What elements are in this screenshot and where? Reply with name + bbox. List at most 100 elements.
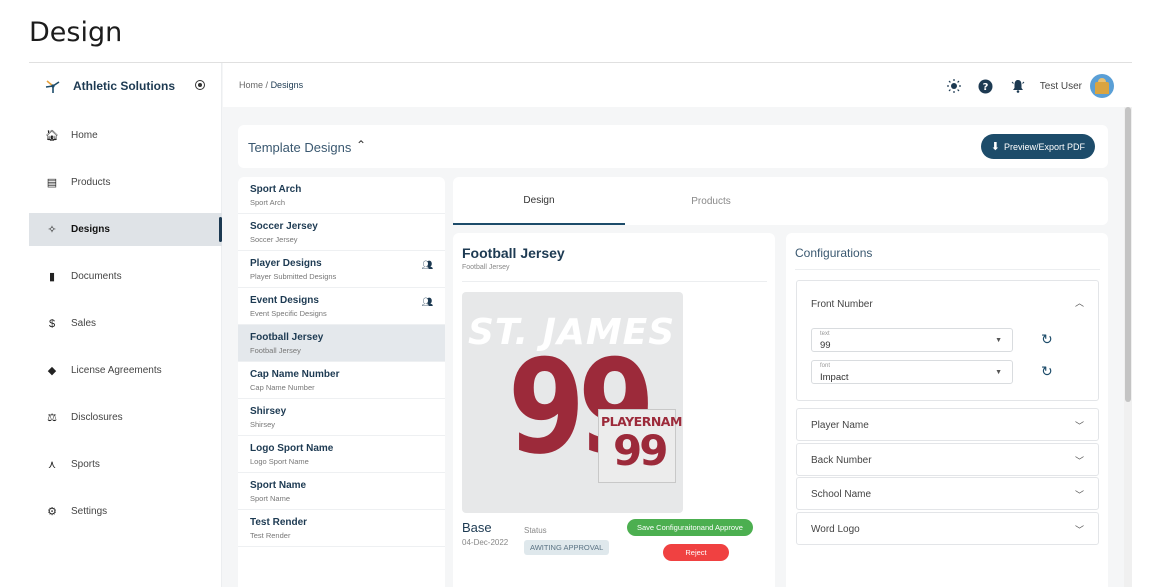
status-badge: AWITING APPROVAL <box>524 540 610 555</box>
template-name: Cap Name Number <box>250 369 340 380</box>
config-section-title: Back Number <box>811 454 872 466</box>
add-user-icon[interactable]: 👥︎ <box>422 260 433 271</box>
list-item[interactable]: Event Designs Event Specific Designs 👥︎ <box>238 288 445 325</box>
notifications-bell-icon[interactable] <box>1010 78 1026 94</box>
list-item[interactable]: Logo Sport Name Logo Sport Name <box>238 436 445 473</box>
text-select-value: 99 <box>820 340 831 351</box>
gear-icon: ⚙ <box>47 506 57 518</box>
brand[interactable]: Athletic Solutions <box>45 77 175 95</box>
config-section-back-number[interactable]: Back Number ﹀ <box>796 442 1099 476</box>
config-section-player-name[interactable]: Player Name ﹀ <box>796 408 1099 441</box>
breadcrumb: Home / Designs <box>239 80 303 90</box>
sidebar-item-sports[interactable]: ⋏ Sports <box>29 448 222 481</box>
divider <box>795 269 1100 270</box>
user-name[interactable]: Test User <box>1040 81 1082 92</box>
template-list: Sport Arch Sport Arch Soccer Jersey Soccer … <box>238 177 445 587</box>
chevron-down-icon: ﹀ <box>1074 421 1084 431</box>
page-title: Design <box>29 17 123 48</box>
sidebar-item-disclosures[interactable]: ⚖ Disclosures <box>29 401 222 434</box>
tab-design[interactable]: Design <box>453 177 625 225</box>
list-item[interactable]: Cap Name Number Cap Name Number <box>238 362 445 399</box>
scale-icon: ⚖ <box>47 412 57 424</box>
add-user-icon[interactable]: 👥︎ <box>422 297 433 308</box>
help-icon[interactable]: ? <box>978 78 994 94</box>
scrollbar-thumb[interactable] <box>1125 107 1131 402</box>
refresh-text-icon[interactable]: ↻ <box>1041 331 1053 348</box>
list-item[interactable]: Sport Name Sport Name <box>238 473 445 510</box>
template-description: Event Specific Designs <box>250 309 327 318</box>
text-select[interactable]: text 99 ▼ <box>811 328 1013 352</box>
template-description: Sport Name <box>250 494 291 503</box>
sidebar-item-sales[interactable]: $ Sales <box>29 307 222 340</box>
jersey-preview: ST. JAMES 99 PLAYERNAME 99 <box>462 292 683 513</box>
sidebar-item-products[interactable]: ▤ Products <box>29 166 222 199</box>
reject-button[interactable]: Reject <box>663 544 729 561</box>
divider <box>462 281 767 282</box>
sidebar-item-label: License Agreements <box>71 365 162 376</box>
template-description: Logo Sport Name <box>250 457 309 466</box>
font-select[interactable]: font Impact ▼ <box>811 360 1013 384</box>
home-icon: 🏠︎ <box>45 130 59 142</box>
list-item[interactable]: Football Jersey Football Jersey <box>238 325 445 362</box>
config-section-title: Player Name <box>811 420 869 431</box>
breadcrumb-home[interactable]: Home <box>239 80 263 90</box>
list-item[interactable]: Test Render Test Render <box>238 510 445 547</box>
scrollbar[interactable] <box>1124 107 1132 587</box>
font-select-value: Impact <box>820 372 849 383</box>
chevron-down-icon: ﹀ <box>1074 524 1084 535</box>
config-section-word-logo[interactable]: Word Logo ﹀ <box>796 511 1099 545</box>
app-frame: Athletic Solutions 🏠︎ Home ▤ Products ✧ Desig… <box>29 62 1132 587</box>
sidebar-item-home[interactable]: 🏠︎ Home <box>29 119 222 152</box>
caret-down-icon: ▼ <box>995 337 1002 344</box>
list-item[interactable]: Soccer Jersey Soccer Jersey <box>238 214 445 251</box>
template-description: Soccer Jersey <box>250 235 298 244</box>
collapse-chevron-up-icon[interactable]: ⌃ <box>356 138 366 152</box>
breadcrumb-current: Designs <box>270 80 304 90</box>
design-date: 04-Dec-2022 <box>462 538 509 547</box>
list-item[interactable]: Shirsey Shirsey <box>238 399 445 436</box>
sidebar-item-label: Disclosures <box>71 412 123 423</box>
main-content: Home / Designs ? Test User Template Desi… <box>223 63 1132 587</box>
document-icon: ▮ <box>48 271 56 283</box>
sidebar-item-settings[interactable]: ⚙ Settings <box>29 495 222 528</box>
archive-icon: ▤ <box>46 177 58 189</box>
template-name: Football Jersey <box>250 332 324 343</box>
theme-toggle-icon[interactable] <box>946 78 962 94</box>
breadcrumb-separator: / <box>265 80 269 90</box>
config-section-title: Word Logo <box>811 523 860 535</box>
base-label: Base <box>462 520 492 535</box>
front-number-title[interactable]: Front Number <box>811 299 873 310</box>
list-item[interactable]: Sport Arch Sport Arch <box>238 177 445 214</box>
dollar-icon: $ <box>48 317 56 330</box>
sidebar-toggle-icon[interactable] <box>195 80 205 90</box>
list-item[interactable]: Player Designs Player Submitted Designs 👥︎ <box>238 251 445 288</box>
sidebar-item-license-agreements[interactable]: ◆ License Agreements <box>29 354 222 387</box>
sidebar-item-label: Sports <box>71 459 100 470</box>
tab-products[interactable]: Products <box>625 177 797 225</box>
design-subtitle: Football Jersey <box>462 264 510 271</box>
preview-player-number: 99 <box>613 426 668 475</box>
brand-name: Athletic Solutions <box>73 79 175 93</box>
template-name: Sport Arch <box>250 184 302 195</box>
template-description: Sport Arch <box>250 198 286 207</box>
preview-player-tag: PLAYERNAME 99 <box>598 409 683 483</box>
chevron-down-icon: ﹀ <box>1074 455 1084 466</box>
design-card: Football Jersey Football Jersey ST. JAME… <box>453 233 775 587</box>
svg-text:?: ? <box>983 82 989 93</box>
config-section-school-name[interactable]: School Name ﹀ <box>796 477 1099 510</box>
chevron-up-icon[interactable]: ︿ <box>1075 296 1084 309</box>
caret-down-icon: ▼ <box>995 369 1002 376</box>
preview-export-pdf-label: Preview/Export PDF <box>1003 141 1085 152</box>
handshake-icon: ◆ <box>47 365 57 377</box>
sidebar-item-documents[interactable]: ▮ Documents <box>29 260 222 293</box>
preview-export-pdf-button[interactable]: ⬇ Preview/Export PDF <box>980 134 1095 159</box>
template-name: Test Render <box>250 517 308 528</box>
sidebar-item-designs[interactable]: ✧ Designs <box>29 213 222 246</box>
save-and-approve-button[interactable]: Save Configuraitonand Approve <box>627 519 753 536</box>
sidebar-item-label: Products <box>71 177 111 188</box>
refresh-font-icon[interactable]: ↻ <box>1041 363 1053 380</box>
template-description: Test Render <box>250 531 291 540</box>
tabs: Design Products <box>453 177 1108 225</box>
user-avatar[interactable] <box>1090 74 1114 98</box>
text-select-label: text <box>820 331 830 337</box>
